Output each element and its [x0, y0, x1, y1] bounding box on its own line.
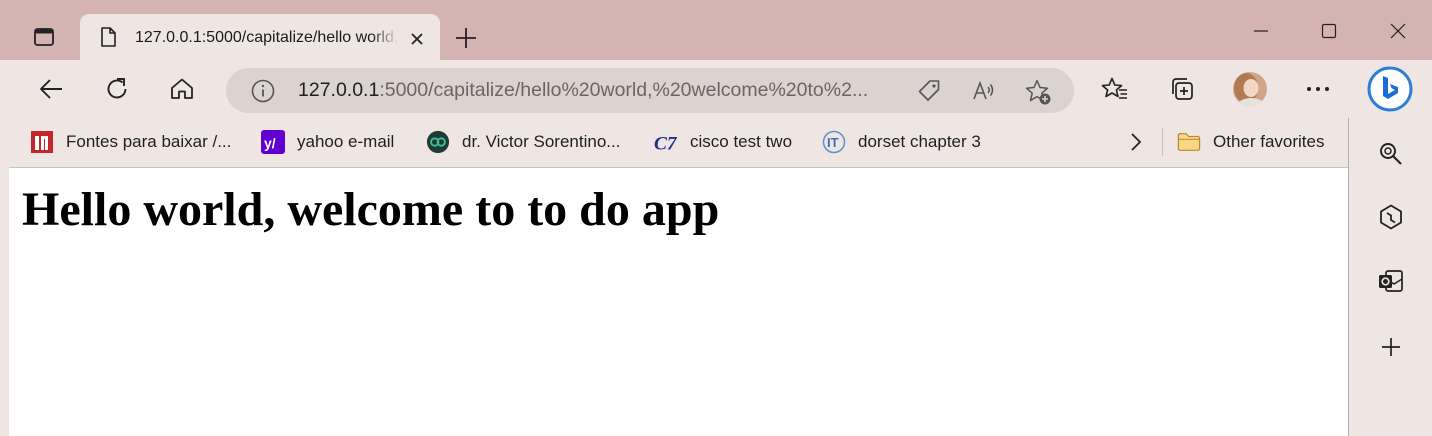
- active-tab[interactable]: 127.0.0.1:5000/capitalize/hello world, w…: [80, 14, 440, 62]
- bookmark-item[interactable]: IT dorset chapter 3: [822, 127, 981, 157]
- url-path: :5000/capitalize/hello%20world,%20welcom…: [379, 79, 869, 101]
- search-icon: [1380, 143, 1402, 165]
- add-favorite-icon[interactable]: [1024, 78, 1052, 111]
- address-bar[interactable]: 127.0.0.1:5000/capitalize/hello%20world,…: [226, 68, 1074, 113]
- bookmark-label: Fontes para baixar /...: [66, 132, 232, 151]
- svg-text:y/: y/: [264, 135, 276, 151]
- tab-actions-icon: [34, 28, 54, 46]
- window-edge: [0, 118, 9, 436]
- other-favorites-label: Other favorites: [1213, 132, 1325, 151]
- close-icon: [411, 33, 423, 45]
- info-icon[interactable]: [250, 78, 276, 109]
- other-favorites-button[interactable]: Other favorites: [1177, 127, 1325, 157]
- url-text[interactable]: 127.0.0.1:5000/capitalize/hello%20world,…: [298, 79, 868, 102]
- bookmarks-bar: Fontes para baixar /... y/ yahoo e-mail …: [0, 118, 1348, 168]
- page-heading: Hello world, welcome to to do app: [22, 183, 720, 236]
- tab-close-button[interactable]: [406, 28, 428, 50]
- bing-icon: [1367, 66, 1413, 112]
- bookmark-label: dr. Victor Sorentino...: [462, 132, 621, 151]
- collections-button[interactable]: [1160, 67, 1204, 111]
- close-window-button[interactable]: [1369, 8, 1427, 54]
- back-button[interactable]: [29, 67, 73, 111]
- chevron-right-icon: [1131, 133, 1142, 151]
- bookmark-item[interactable]: Fontes para baixar /...: [30, 127, 231, 157]
- close-icon: [1390, 23, 1406, 39]
- favorites-icon: [1101, 77, 1127, 99]
- profile-button[interactable]: [1228, 67, 1272, 111]
- bookmark-item[interactable]: dr. Victor Sorentino...: [426, 127, 620, 157]
- red-site-icon: [30, 130, 54, 154]
- copilot-icon: [1380, 204, 1402, 230]
- svg-text:IT: IT: [827, 135, 839, 150]
- more-button[interactable]: [1296, 67, 1340, 111]
- page-content: Hello world, welcome to to do app: [9, 168, 1348, 436]
- outlook-icon: [1379, 270, 1403, 292]
- outlook-button[interactable]: [1369, 259, 1413, 303]
- back-arrow-icon: [40, 79, 62, 99]
- bookmarks-divider: [1162, 128, 1163, 156]
- toolbar: 127.0.0.1:5000/capitalize/hello%20world,…: [0, 60, 1432, 118]
- url-host: 127.0.0.1: [298, 79, 380, 101]
- collections-icon: [1172, 78, 1193, 100]
- maximize-button[interactable]: [1300, 8, 1358, 54]
- page-icon: [98, 26, 118, 53]
- bookmark-label: cisco test two: [690, 132, 793, 151]
- more-icon: [1307, 87, 1329, 91]
- plus-icon: [456, 28, 476, 48]
- tab-title: 127.0.0.1:5000/capitalize/hello world, w…: [135, 29, 398, 46]
- read-aloud-icon[interactable]: [971, 78, 997, 109]
- green-site-icon: [426, 130, 450, 154]
- maximize-icon: [1321, 23, 1337, 39]
- avatar: [1233, 72, 1267, 106]
- it-icon: IT: [822, 130, 846, 154]
- bookmark-label: dorset chapter 3: [858, 132, 981, 151]
- title-bar: 127.0.0.1:5000/capitalize/hello world, w…: [0, 0, 1432, 62]
- refresh-button[interactable]: [95, 67, 139, 111]
- favorites-button[interactable]: [1093, 67, 1137, 111]
- edge-sidebar: [1348, 118, 1432, 436]
- add-sidebar-app-button[interactable]: [1369, 325, 1413, 369]
- new-tab-button[interactable]: [448, 20, 484, 56]
- copilot-button[interactable]: [1369, 195, 1413, 239]
- bing-copilot-button[interactable]: [1366, 65, 1414, 113]
- plus-icon: [1382, 338, 1400, 356]
- bookmark-item[interactable]: C7 cisco test two: [654, 127, 792, 157]
- search-button[interactable]: [1369, 132, 1413, 176]
- minimize-button[interactable]: [1232, 8, 1290, 54]
- minimize-icon: [1254, 30, 1268, 32]
- more-bookmarks-button[interactable]: [1123, 127, 1149, 157]
- shopping-tag-icon[interactable]: [916, 78, 942, 109]
- bookmark-item[interactable]: y/ yahoo e-mail: [261, 127, 394, 157]
- refresh-icon: [107, 78, 127, 99]
- bookmark-label: yahoo e-mail: [297, 132, 395, 151]
- tab-actions-button[interactable]: [18, 16, 70, 58]
- home-button[interactable]: [160, 67, 204, 111]
- svg-text:C7: C7: [654, 133, 678, 154]
- home-icon: [171, 78, 193, 99]
- c7-icon: C7: [654, 130, 678, 154]
- yahoo-icon: y/: [261, 130, 285, 154]
- folder-icon: [1177, 130, 1201, 154]
